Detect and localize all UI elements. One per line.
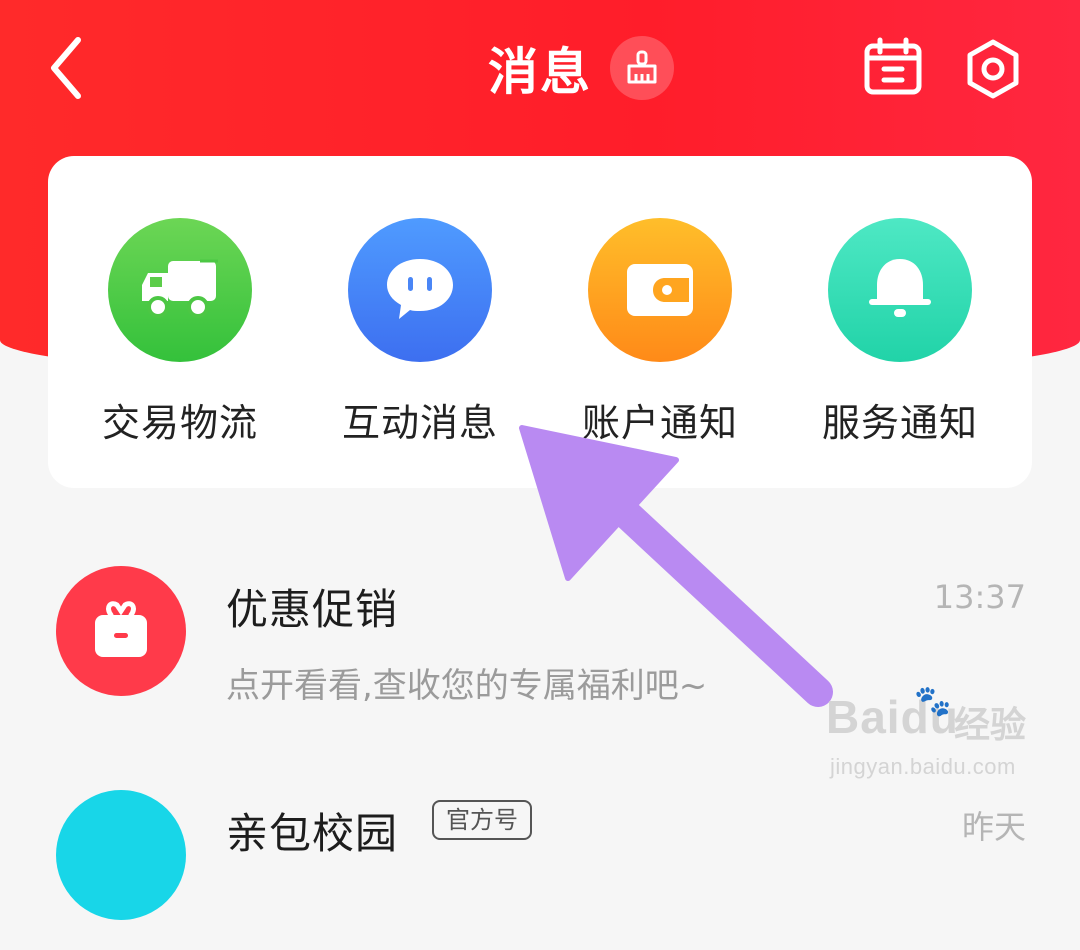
quick-action-icon-circle (828, 218, 972, 362)
bell-icon (869, 259, 931, 317)
clear-unread-button[interactable] (610, 36, 674, 100)
calendar-button[interactable] (862, 36, 924, 98)
official-tag: 官方号 (432, 800, 532, 840)
page-title: 消息 (488, 43, 592, 101)
broom-icon (627, 50, 657, 84)
chat-bubble-icon (387, 259, 453, 319)
watermark: Baidu 🐾 经验 jingyan.baidu.com (826, 684, 1036, 790)
quick-action-icon-circle (588, 218, 732, 362)
back-arrow-icon (51, 37, 81, 99)
quick-action-trade-logistics[interactable]: 交易物流 (58, 218, 298, 458)
quick-action-icon-circle (108, 218, 252, 362)
message-row-official[interactable]: 亲包校园 官方号 昨天 (0, 790, 1080, 950)
quick-actions-card: 交易物流 互动消息 账户通知 服务通知 (48, 156, 1032, 488)
top-bar: 消息 (0, 0, 1080, 140)
quick-action-account-notice[interactable]: 账户通知 (538, 218, 778, 458)
paw-icon: 🐾 (914, 684, 952, 719)
quick-action-service-notice[interactable]: 服务通知 (778, 218, 1018, 458)
wallet-icon (627, 264, 693, 316)
quick-action-label: 交易物流 (101, 401, 258, 445)
gift-box-icon (95, 601, 147, 657)
watermark-url: jingyan.baidu.com (830, 754, 1016, 779)
back-button[interactable] (40, 32, 100, 102)
message-title: 亲包校园 (226, 809, 399, 858)
message-time: 昨天 (961, 808, 1026, 846)
message-avatar (56, 566, 186, 696)
quick-action-interactive-messages[interactable]: 互动消息 (298, 218, 538, 458)
title-group: 消息 (488, 36, 674, 101)
quick-action-label: 账户通知 (581, 401, 738, 445)
quick-action-icon-circle (348, 218, 492, 362)
settings-button[interactable] (962, 38, 1024, 100)
truck-icon (142, 259, 218, 318)
quick-action-label: 互动消息 (341, 401, 498, 445)
message-title: 优惠促销 (226, 585, 399, 634)
quick-action-label: 服务通知 (821, 401, 978, 445)
message-time: 13:37 (933, 578, 1026, 616)
message-preview: 点开看看,查收您的专属福利吧~ (226, 666, 708, 706)
settings-icon (967, 39, 1019, 99)
watermark-cn: 经验 (954, 705, 1027, 746)
calendar-icon (864, 37, 922, 95)
